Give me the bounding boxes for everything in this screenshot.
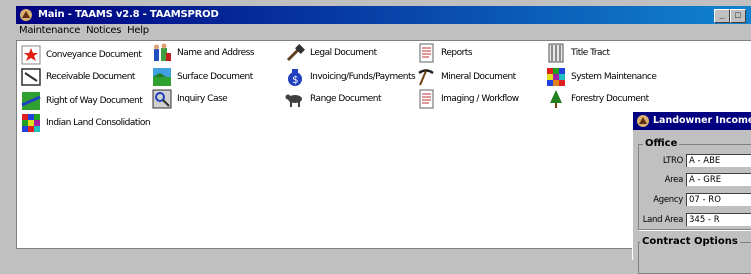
right-of-way-icon (21, 92, 41, 110)
land-area-field[interactable]: 345 - R (686, 213, 751, 226)
menu-item-label: Invoicing/Funds/Payments (310, 72, 416, 82)
maximize-button[interactable]: □ (730, 9, 746, 23)
menu-item-label: Right of Way Document (46, 96, 143, 106)
area-field[interactable]: A - GRE (686, 173, 751, 186)
office-group-label: Office (643, 138, 680, 149)
menu-item-label: System Maintenance (571, 72, 657, 82)
menu-item-label: Receivable Document (46, 72, 135, 82)
main-titlebar[interactable]: Main - TAAMS v2.8 - TAAMSPROD _ □ (16, 6, 751, 24)
menu-item-label: Forestry Document (571, 94, 649, 104)
landowner-income-dialog: Landowner Income Re Office LTRO A - ABE … (632, 111, 751, 274)
menu-maintenance[interactable]: Maintenance (16, 24, 83, 38)
status-bar (16, 248, 636, 260)
app-logo-icon (20, 9, 32, 21)
menu-item-label: Name and Address (177, 48, 255, 58)
menu-item-label: Conveyance Document (46, 50, 142, 60)
window-title: Main - TAAMS v2.8 - TAAMSPROD (38, 9, 219, 20)
menu-item-label: Legal Document (310, 48, 377, 58)
menu-item-label: Range Document (310, 94, 382, 104)
imaging-icon (419, 89, 434, 109)
ltro-field[interactable]: A - ABE (686, 154, 751, 167)
cow-icon (285, 94, 302, 107)
app-logo-icon (637, 115, 649, 127)
minimize-button[interactable]: _ (714, 9, 730, 23)
main-window: Main - TAAMS v2.8 - TAAMSPROD _ □ Mainte… (0, 0, 751, 274)
menu-item-label: Surface Document (177, 72, 253, 82)
reports-icon (419, 43, 434, 63)
menu-item-label: Imaging / Workflow (441, 94, 519, 104)
dialog-titlebar[interactable]: Landowner Income Re (633, 112, 751, 130)
pickaxe-icon (418, 69, 434, 86)
land-area-label: Land Area (642, 215, 684, 225)
land-consolidation-icon (22, 114, 40, 132)
tree-icon (550, 90, 562, 108)
money-bag-icon: $ (288, 69, 302, 86)
menu-item-label: Inquiry Case (177, 94, 228, 104)
conveyance-icon (21, 45, 41, 65)
menu-item-label: Indian Land Consolidation (46, 118, 151, 128)
svg-text:$: $ (292, 75, 298, 86)
dialog-title: Landowner Income Re (653, 115, 751, 126)
contract-options-label: Contract Options (640, 236, 740, 247)
menu-notices[interactable]: Notices (83, 24, 124, 38)
menu-item-label: Title Tract (571, 48, 610, 58)
ltro-label: LTRO (662, 156, 683, 166)
agency-field[interactable]: 07 - RO (686, 193, 751, 206)
menu-item-label: Mineral Document (441, 72, 516, 82)
legal-document-icon (286, 44, 305, 62)
system-maintenance-icon (547, 68, 565, 86)
area-label: Area (664, 175, 684, 185)
title-tract-icon (548, 43, 564, 63)
menu-bar: Maintenance Notices Help (16, 24, 751, 38)
menu-help[interactable]: Help (124, 24, 152, 38)
name-address-icon (154, 43, 171, 61)
inquiry-icon (152, 89, 172, 109)
agency-label: Agency (653, 195, 683, 205)
menu-item-label: Reports (441, 48, 473, 58)
receivable-icon (21, 68, 41, 86)
surface-icon (153, 68, 171, 86)
